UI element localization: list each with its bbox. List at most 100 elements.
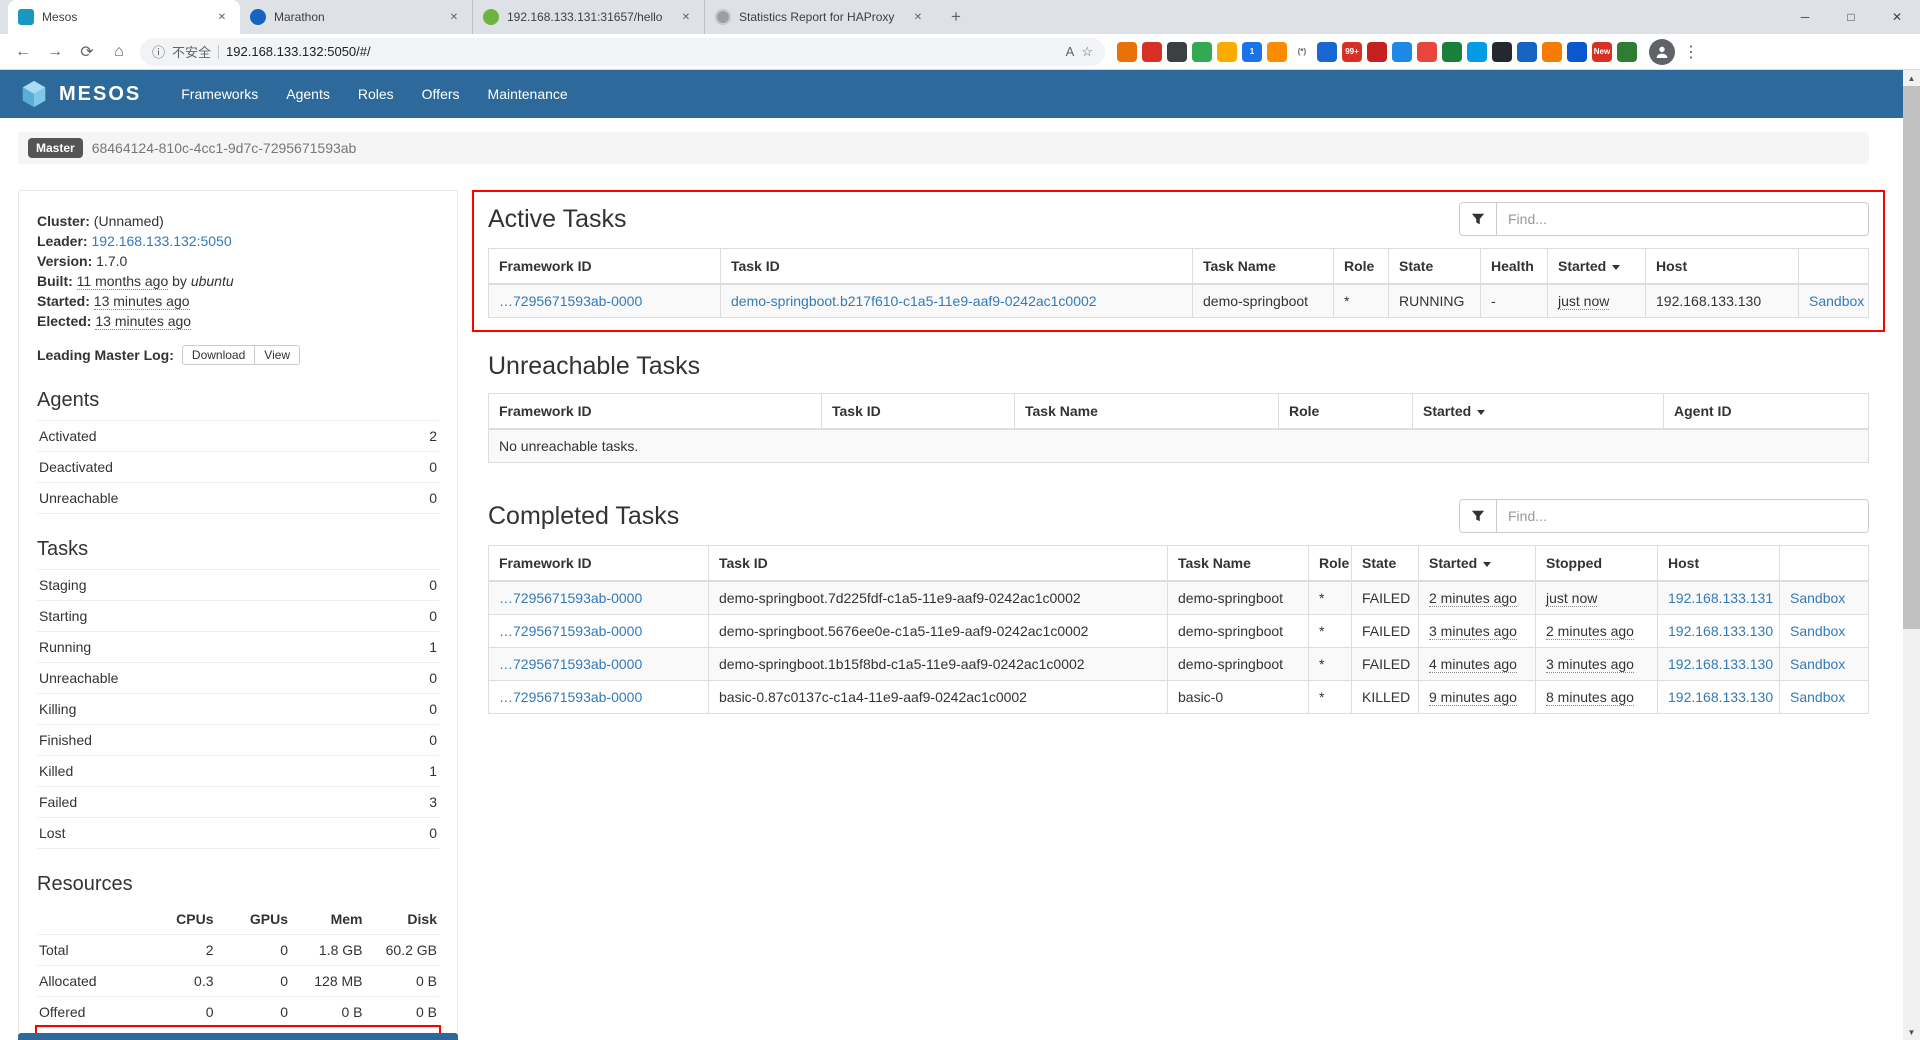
mesos-logo[interactable]: MESOS (18, 79, 141, 109)
extension-icon[interactable]: New (1592, 42, 1612, 62)
col-task-name[interactable]: Task Name (1193, 249, 1334, 285)
extension-icon[interactable]: 1 (1242, 42, 1262, 62)
extension-icon[interactable] (1217, 42, 1237, 62)
extension-icon[interactable] (1442, 42, 1462, 62)
extension-icon[interactable] (1417, 42, 1437, 62)
leader-link[interactable]: 192.168.133.132:5050 (91, 233, 231, 249)
col-health[interactable]: Health (1481, 249, 1548, 285)
task-id-link[interactable]: demo-springboot.b217f610-c1a5-11e9-aaf9-… (731, 293, 1097, 309)
extension-icon[interactable] (1467, 42, 1487, 62)
col-task-id[interactable]: Task ID (721, 249, 1193, 285)
col-framework-id[interactable]: Framework ID (489, 249, 721, 285)
back-button[interactable]: ← (8, 37, 38, 67)
tab-mesos[interactable]: Mesos ✕ (8, 0, 240, 34)
col-role[interactable]: Role (1279, 394, 1413, 430)
extension-icon[interactable] (1167, 42, 1187, 62)
col-state[interactable]: State (1389, 249, 1481, 285)
col-agent-id[interactable]: Agent ID (1664, 394, 1869, 430)
completed-tasks-find-input[interactable] (1497, 499, 1869, 533)
nav-offers[interactable]: Offers (408, 86, 474, 102)
info-icon[interactable]: ⓘ (152, 42, 165, 61)
filter-button[interactable] (1459, 202, 1497, 236)
col-started[interactable]: Started (1548, 249, 1646, 285)
framework-link[interactable]: …7295671593ab-0000 (499, 293, 642, 309)
tab-close-icon[interactable]: ✕ (910, 9, 926, 25)
col-role[interactable]: Role (1334, 249, 1389, 285)
download-log-button[interactable]: Download (182, 345, 255, 365)
translate-icon[interactable]: A (1066, 44, 1075, 59)
sandbox-link[interactable]: Sandbox (1790, 656, 1845, 672)
tab-close-icon[interactable]: ✕ (446, 9, 462, 25)
home-button[interactable]: ⌂ (104, 37, 134, 67)
col-task-id[interactable]: Task ID (709, 546, 1168, 582)
col-host[interactable]: Host (1646, 249, 1799, 285)
col-task-name[interactable]: Task Name (1168, 546, 1309, 582)
active-tasks-find-input[interactable] (1497, 202, 1869, 236)
extension-icon[interactable] (1392, 42, 1412, 62)
col-stopped[interactable]: Stopped (1536, 546, 1658, 582)
extension-icon[interactable] (1142, 42, 1162, 62)
scrollbar-thumb[interactable] (1903, 86, 1920, 629)
reload-button[interactable]: ⟳ (72, 37, 102, 67)
extension-icon[interactable] (1517, 42, 1537, 62)
nav-frameworks[interactable]: Frameworks (167, 86, 272, 102)
browser-menu-icon[interactable]: ⋮ (1679, 42, 1703, 62)
tab-haproxy[interactable]: Statistics Report for HAProxy ✕ (704, 0, 936, 34)
extension-icon[interactable] (1542, 42, 1562, 62)
host-link[interactable]: 192.168.133.130 (1668, 656, 1773, 672)
bookmark-star-icon[interactable]: ☆ (1081, 44, 1093, 60)
col-role[interactable]: Role (1309, 546, 1352, 582)
address-bar[interactable]: ⓘ 不安全 192.168.133.132:5050/#/ A ☆ (140, 38, 1105, 66)
scroll-down-icon[interactable]: ▼ (1903, 1024, 1920, 1040)
col-task-id[interactable]: Task ID (822, 394, 1015, 430)
col-framework-id[interactable]: Framework ID (489, 546, 709, 582)
sandbox-link[interactable]: Sandbox (1790, 689, 1845, 705)
framework-link[interactable]: …7295671593ab-0000 (499, 689, 642, 705)
host-link[interactable]: 192.168.133.130 (1668, 689, 1773, 705)
col-started[interactable]: Started (1419, 546, 1536, 582)
framework-link[interactable]: …7295671593ab-0000 (499, 623, 642, 639)
extension-icon[interactable]: 99+ (1342, 42, 1362, 62)
tab-close-icon[interactable]: ✕ (678, 9, 694, 25)
elected-info: Elected: 13 minutes ago (37, 311, 439, 331)
forward-button[interactable]: → (40, 37, 70, 67)
extension-icon[interactable]: (*) (1292, 42, 1312, 62)
extension-icon[interactable] (1267, 42, 1287, 62)
sandbox-link[interactable]: Sandbox (1809, 293, 1864, 309)
framework-link[interactable]: …7295671593ab-0000 (499, 656, 642, 672)
extension-icon[interactable] (1317, 42, 1337, 62)
framework-link[interactable]: …7295671593ab-0000 (499, 590, 642, 606)
maximize-button[interactable]: □ (1828, 0, 1874, 34)
col-started[interactable]: Started (1413, 394, 1664, 430)
view-log-button[interactable]: View (254, 345, 300, 365)
minimize-button[interactable]: ─ (1782, 0, 1828, 34)
extension-icon[interactable] (1192, 42, 1212, 62)
col-framework-id[interactable]: Framework ID (489, 394, 822, 430)
extension-icon[interactable] (1117, 42, 1137, 62)
new-tab-button[interactable]: + (942, 3, 970, 31)
host-link[interactable]: 192.168.133.130 (1668, 623, 1773, 639)
url-text[interactable]: 192.168.133.132:5050/#/ (226, 44, 1059, 59)
extension-icon[interactable] (1492, 42, 1512, 62)
col-state[interactable]: State (1352, 546, 1419, 582)
profile-avatar[interactable] (1649, 39, 1675, 65)
tab-hello[interactable]: 192.168.133.131:31657/hello ✕ (472, 0, 704, 34)
host-link[interactable]: 192.168.133.131 (1668, 590, 1773, 606)
scroll-up-icon[interactable]: ▲ (1903, 70, 1920, 86)
nav-roles[interactable]: Roles (344, 86, 408, 102)
tab-close-icon[interactable]: ✕ (214, 9, 230, 25)
col-host[interactable]: Host (1658, 546, 1780, 582)
col-task-name[interactable]: Task Name (1015, 394, 1279, 430)
tab-marathon[interactable]: Marathon ✕ (240, 0, 472, 34)
nav-agents[interactable]: Agents (272, 86, 344, 102)
active-tasks-find-group (1459, 202, 1869, 236)
sandbox-link[interactable]: Sandbox (1790, 623, 1845, 639)
sandbox-link[interactable]: Sandbox (1790, 590, 1845, 606)
filter-button[interactable] (1459, 499, 1497, 533)
page-scrollbar[interactable]: ▲ ▼ (1903, 70, 1920, 1040)
extension-icon[interactable] (1617, 42, 1637, 62)
extension-icon[interactable] (1567, 42, 1587, 62)
extension-icon[interactable] (1367, 42, 1387, 62)
close-button[interactable]: ✕ (1874, 0, 1920, 34)
nav-maintenance[interactable]: Maintenance (474, 86, 582, 102)
